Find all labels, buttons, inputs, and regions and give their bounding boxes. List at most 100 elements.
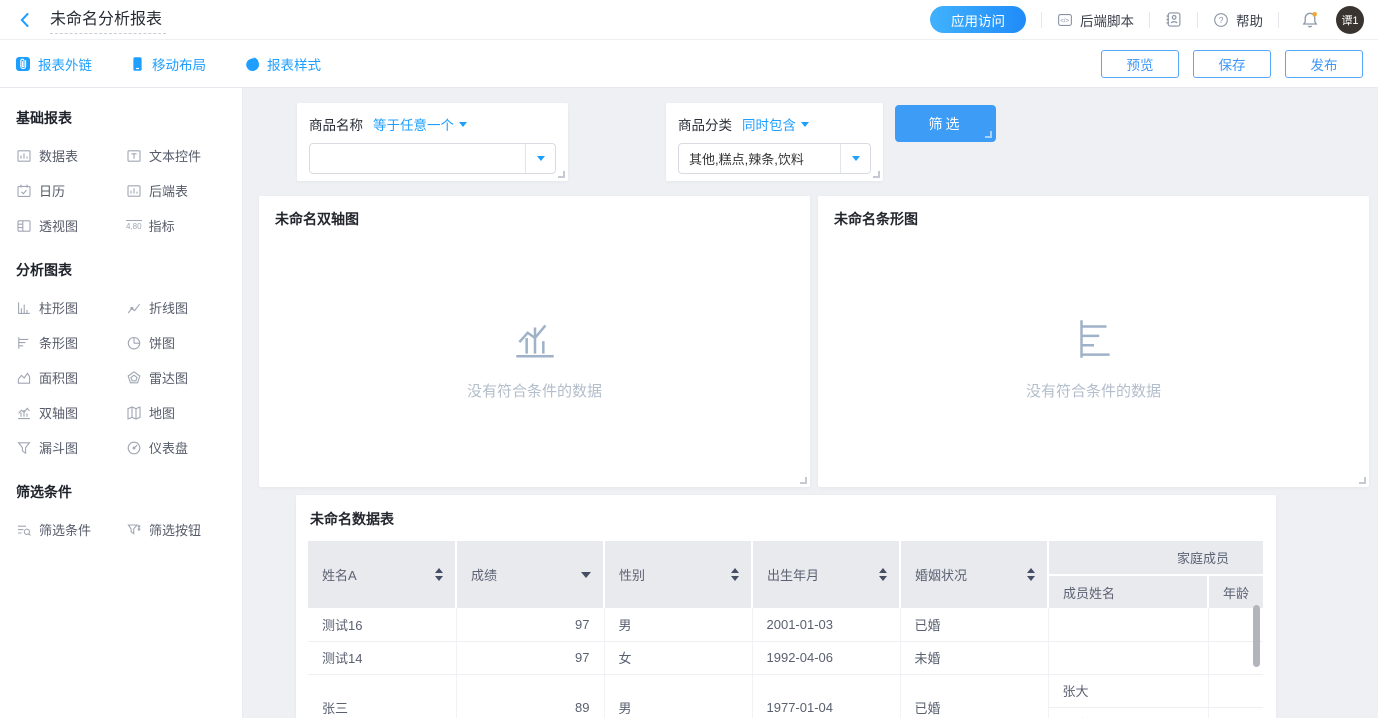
sidebar-item-label: 仪表盘	[149, 438, 188, 457]
save-button[interactable]: 保存	[1193, 50, 1271, 78]
column-header-birth[interactable]: 出生年月	[752, 541, 900, 608]
sidebar-item-backend-table[interactable]: 后端表	[126, 181, 236, 200]
table-vertical-scrollbar[interactable]	[1253, 605, 1260, 667]
chevron-down-icon[interactable]	[840, 144, 870, 173]
table-row[interactable]: 测试16 97 男 2001-01-03 已婚	[308, 608, 1263, 641]
cell-name: 测试16	[308, 608, 456, 641]
sort-control[interactable]	[1027, 568, 1035, 581]
pie-style-icon	[244, 56, 260, 72]
table-row[interactable]: 张三 89 男 1977-01-04 已婚 张大	[308, 674, 1263, 707]
mobile-layout-button[interactable]: 移动布局	[130, 54, 206, 74]
cell-birth: 1977-01-04	[752, 674, 900, 718]
report-designer-app: 未命名分析报表 应用访问 </> 后端脚本	[0, 0, 1378, 718]
sidebar-item-dual-axis-chart[interactable]: 双轴图	[16, 403, 126, 422]
filter-condition-icon	[16, 522, 32, 538]
filter-label: 商品名称	[309, 114, 363, 134]
sidebar-item-label: 筛选条件	[39, 520, 91, 539]
text-widget-icon	[126, 148, 142, 164]
sidebar-item-area-chart[interactable]: 面积图	[16, 368, 126, 387]
panel-title: 未命名条形图	[818, 196, 1369, 242]
cell-member-name: 张大	[1048, 674, 1208, 707]
sidebar-item-map[interactable]: 地图	[126, 403, 236, 422]
radar-chart-icon	[126, 370, 142, 386]
panel-title: 未命名双轴图	[259, 196, 810, 242]
sort-control[interactable]	[435, 568, 443, 581]
sidebar-item-label: 条形图	[39, 333, 78, 352]
pie-chart-icon	[126, 335, 142, 351]
cell-name: 测试14	[308, 641, 456, 674]
sidebar-item-text-widget[interactable]: 文本控件	[126, 146, 236, 165]
filter-operator-dropdown[interactable]: 等于任意一个	[373, 114, 467, 134]
bar-chart-panel[interactable]: 未命名条形图 没有符合条件的数据	[818, 196, 1369, 487]
sidebar-item-label: 雷达图	[149, 368, 188, 387]
sidebar-item-indicator[interactable]: 4,80 指标	[126, 216, 236, 235]
sort-control[interactable]	[731, 568, 739, 581]
resize-handle[interactable]	[800, 477, 807, 484]
funnel-icon	[16, 440, 32, 456]
contacts-button[interactable]	[1165, 11, 1182, 28]
resize-handle[interactable]	[873, 171, 880, 178]
filter-value-select[interactable]	[309, 143, 556, 174]
help-button[interactable]: ? 帮助	[1213, 10, 1263, 30]
sidebar-item-filter-condition[interactable]: 筛选条件	[16, 520, 126, 539]
column-header-score[interactable]: 成绩	[456, 541, 604, 608]
sidebar-item-column-chart[interactable]: 柱形图	[16, 298, 126, 317]
sort-desc-icon[interactable]	[581, 572, 591, 578]
backend-script-button[interactable]: </> 后端脚本	[1057, 10, 1134, 30]
empty-state-text: 没有符合条件的数据	[467, 380, 602, 401]
divider	[1041, 12, 1042, 28]
sidebar-item-label: 折线图	[149, 298, 188, 317]
calendar-icon	[16, 183, 32, 199]
sidebar-item-line-chart[interactable]: 折线图	[126, 298, 236, 317]
app-access-button[interactable]: 应用访问	[930, 6, 1026, 33]
sidebar-item-pie-chart[interactable]: 饼图	[126, 333, 236, 352]
column-header-marital[interactable]: 婚姻状况	[900, 541, 1048, 608]
sidebar-item-label: 文本控件	[149, 146, 201, 165]
avatar[interactable]: 谭1	[1336, 6, 1364, 34]
sidebar-item-label: 面积图	[39, 368, 78, 387]
dual-axis-empty-icon	[510, 314, 560, 364]
page-title[interactable]: 未命名分析报表	[50, 5, 166, 34]
resize-handle[interactable]	[1359, 477, 1366, 484]
svg-text:?: ?	[1219, 15, 1224, 25]
code-icon: </>	[1057, 12, 1073, 28]
sidebar-item-label: 后端表	[149, 181, 188, 200]
resize-handle[interactable]	[558, 171, 565, 178]
filter-operator-dropdown[interactable]: 同时包含	[742, 114, 809, 134]
column-header-member-name[interactable]: 成员姓名	[1048, 575, 1208, 608]
apply-filter-button[interactable]: 筛选	[895, 105, 996, 142]
data-table-panel[interactable]: 未命名数据表 姓名A 成绩 性别	[296, 495, 1276, 718]
publish-button[interactable]: 发布	[1285, 50, 1363, 78]
filter-widget-product-name[interactable]: 商品名称 等于任意一个	[297, 103, 568, 181]
sidebar-item-pivot[interactable]: 透视图	[16, 216, 126, 235]
resize-handle[interactable]	[985, 131, 992, 138]
section-title-analysis-charts: 分析图表	[16, 260, 242, 280]
cell-birth: 1992-04-06	[752, 641, 900, 674]
column-header-name[interactable]: 姓名A	[308, 541, 456, 608]
chevron-left-icon	[16, 11, 34, 29]
svg-text:</>: </>	[1060, 17, 1069, 24]
sidebar-item-radar-chart[interactable]: 雷达图	[126, 368, 236, 387]
preview-button[interactable]: 预览	[1101, 50, 1179, 78]
sidebar-item-funnel-chart[interactable]: 漏斗图	[16, 438, 126, 457]
sidebar-item-gauge[interactable]: 仪表盘	[126, 438, 236, 457]
column-header-gender[interactable]: 性别	[604, 541, 752, 608]
sort-control[interactable]	[879, 568, 887, 581]
sidebar-item-label: 日历	[39, 181, 65, 200]
external-link-button[interactable]: 报表外链	[15, 54, 92, 74]
table-row[interactable]: 测试14 97 女 1992-04-06 未婚	[308, 641, 1263, 674]
sidebar-item-filter-button[interactable]: 筛选按钮	[126, 520, 236, 539]
dual-axis-chart-panel[interactable]: 未命名双轴图 没有符合条件的数据	[259, 196, 810, 487]
notifications-button[interactable]	[1300, 10, 1320, 30]
sidebar-item-bar-chart[interactable]: 条形图	[16, 333, 126, 352]
column-header-age[interactable]: 年龄	[1208, 575, 1263, 608]
dual-axis-icon	[16, 405, 32, 421]
cell-gender: 女	[604, 641, 752, 674]
back-button[interactable]	[14, 9, 36, 31]
filter-value-select[interactable]: 其他,糕点,辣条,饮料	[678, 143, 871, 174]
chevron-down-icon[interactable]	[525, 144, 555, 173]
filter-widget-product-category[interactable]: 商品分类 同时包含 其他,糕点,辣条,饮料	[666, 103, 883, 181]
report-style-button[interactable]: 报表样式	[244, 54, 321, 74]
sidebar-item-calendar[interactable]: 日历	[16, 181, 126, 200]
sidebar-item-data-table[interactable]: 数据表	[16, 146, 126, 165]
